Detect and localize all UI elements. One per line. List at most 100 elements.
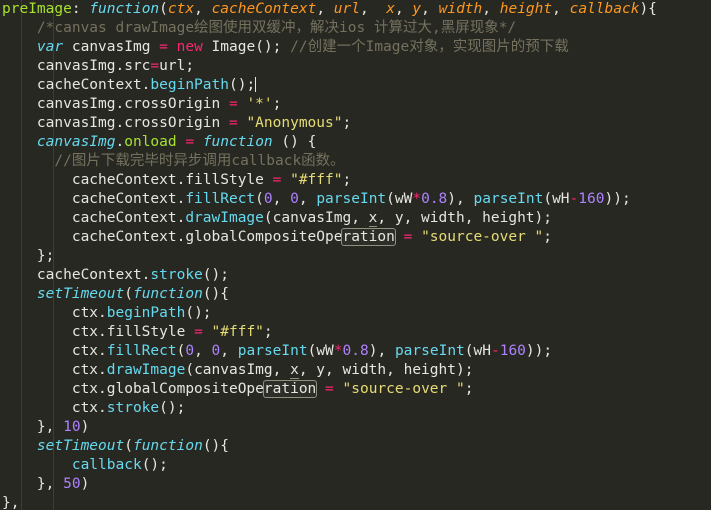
code-token: ; <box>543 229 553 245</box>
code-token: - <box>569 191 579 207</box>
code-token: 0 <box>185 343 195 359</box>
code-token: , <box>316 1 334 17</box>
code-line[interactable]: }, <box>0 494 711 510</box>
code-token: , <box>194 343 212 359</box>
code-line[interactable]: cacheContext.globalCompositeOperation = … <box>0 228 711 247</box>
code-token: function <box>89 1 160 17</box>
code-line[interactable]: }; <box>0 247 711 266</box>
code-line[interactable]: ctx.globalCompositeOperation = "source-o… <box>0 380 711 399</box>
code-line[interactable]: canvasImg.onload = function () { <box>0 133 711 152</box>
code-line[interactable]: setTimeout(function(){ <box>0 437 711 456</box>
code-token: )); <box>604 191 631 207</box>
code-token: ctx.globalCompositeOpe <box>2 381 264 397</box>
code-token: //图片下载完毕时异步调用callback函数。 <box>54 153 345 169</box>
code-token: ( <box>124 438 133 454</box>
code-token: setTimeout <box>36 286 125 302</box>
code-token: (wW <box>386 191 413 207</box>
code-token: () { <box>272 134 317 150</box>
code-token: x <box>386 1 395 17</box>
code-line[interactable]: /*canvas drawImage绘图使用双缓冲，解决ios 计算过大,黑屏现… <box>0 19 711 38</box>
code-token: canvasImg <box>36 134 116 150</box>
code-token: 160 <box>499 343 526 359</box>
code-line[interactable]: canvasImg.crossOrigin = "Anonymous"; <box>0 114 711 133</box>
code-line[interactable]: var canvasImg = new Image(); //创建一个Image… <box>0 38 711 57</box>
code-line[interactable]: cacheContext.fillRect(0, 0, parseInt(wW*… <box>0 190 711 209</box>
code-token: canvasImg.crossOrigin <box>2 115 229 131</box>
code-token: , <box>394 1 413 17</box>
code-token: '*' <box>246 96 273 112</box>
code-line[interactable]: cacheContext.beginPath(); <box>0 76 711 95</box>
code-token: ) <box>80 419 90 435</box>
code-token: = <box>150 58 160 74</box>
code-token: ; <box>342 172 352 188</box>
code-token: canvasImg.src <box>2 58 151 74</box>
code-line[interactable]: ctx.stroke(); <box>0 399 711 418</box>
code-token: (); <box>228 77 256 93</box>
code-line[interactable]: }, 50) <box>0 475 711 494</box>
code-line[interactable]: ctx.beginPath(); <box>0 304 711 323</box>
code-line[interactable]: ctx.drawImage(canvasImg, x, y, width, he… <box>0 361 711 380</box>
code-token: ; <box>342 115 352 131</box>
code-line[interactable]: ctx.fillRect(0, 0, parseInt(wW*0.8), par… <box>0 342 711 361</box>
code-token: preImage <box>2 1 72 17</box>
code-token: callback <box>569 1 640 17</box>
code-token: ), <box>368 343 395 359</box>
code-token: var <box>36 39 64 55</box>
code-token: new <box>176 39 203 55</box>
code-line[interactable]: preImage: function(ctx, cacheContext, ur… <box>0 0 711 19</box>
code-token: , <box>272 191 291 207</box>
code-token: : <box>71 1 90 17</box>
code-token: y <box>412 1 422 17</box>
code-token: ( <box>255 191 264 207</box>
code-token: = <box>185 134 195 150</box>
code-token: function <box>132 286 203 302</box>
code-token: cacheContext. <box>2 210 186 226</box>
code-token: (wH <box>543 191 570 207</box>
code-editor[interactable]: preImage: function(ctx, cacheContext, ur… <box>0 0 711 510</box>
code-token: ctx.fillStyle <box>2 324 195 340</box>
code-token: ( <box>124 286 133 302</box>
code-token: //创建一个Image对象，实现图片的预下载 <box>290 39 569 55</box>
code-line[interactable]: cacheContext.stroke(); <box>0 266 711 285</box>
code-token: cacheContext.globalCompositeOpe <box>2 229 343 245</box>
code-token: parseInt <box>473 191 544 207</box>
code-token: , y, width, height); <box>377 210 553 226</box>
code-token: ) <box>80 476 90 492</box>
text-caret <box>255 77 257 92</box>
code-line[interactable]: cacheContext.drawImage(canvasImg, x, y, … <box>0 209 711 228</box>
code-token: height <box>499 1 553 17</box>
code-line[interactable]: cacheContext.fillStyle = "#fff"; <box>0 171 711 190</box>
code-token: ; <box>272 96 282 112</box>
code-line[interactable]: canvasImg.src=url; <box>0 57 711 76</box>
code-token: width <box>438 1 483 17</box>
code-line[interactable]: callback(); <box>0 456 711 475</box>
code-token: beginPath <box>106 305 186 321</box>
code-token: fillRect <box>185 191 256 207</box>
code-content[interactable]: preImage: function(ctx, cacheContext, ur… <box>0 0 711 510</box>
code-line[interactable]: setTimeout(function(){ <box>0 285 711 304</box>
code-token: }, <box>2 476 64 492</box>
code-token: , <box>360 1 387 17</box>
code-token: function <box>132 438 203 454</box>
code-token: drawImage <box>185 210 264 226</box>
code-token: "source-over " <box>421 229 544 245</box>
code-token: onload <box>124 134 177 150</box>
code-token: }; <box>2 248 55 264</box>
code-token: parseInt <box>237 343 308 359</box>
code-token: 160 <box>578 191 605 207</box>
code-line[interactable]: canvasImg.crossOrigin = '*'; <box>0 95 711 114</box>
code-line[interactable]: //图片下载完毕时异步调用callback函数。 <box>0 152 711 171</box>
code-token: function <box>202 134 273 150</box>
code-token: "#fff" <box>211 324 264 340</box>
code-line[interactable]: ctx.fillStyle = "#fff"; <box>0 323 711 342</box>
code-token: canvasImg.crossOrigin <box>2 96 229 112</box>
code-token: ctx. <box>2 343 107 359</box>
code-line[interactable]: }, 10) <box>0 418 711 437</box>
code-token: ctx. <box>2 362 107 378</box>
